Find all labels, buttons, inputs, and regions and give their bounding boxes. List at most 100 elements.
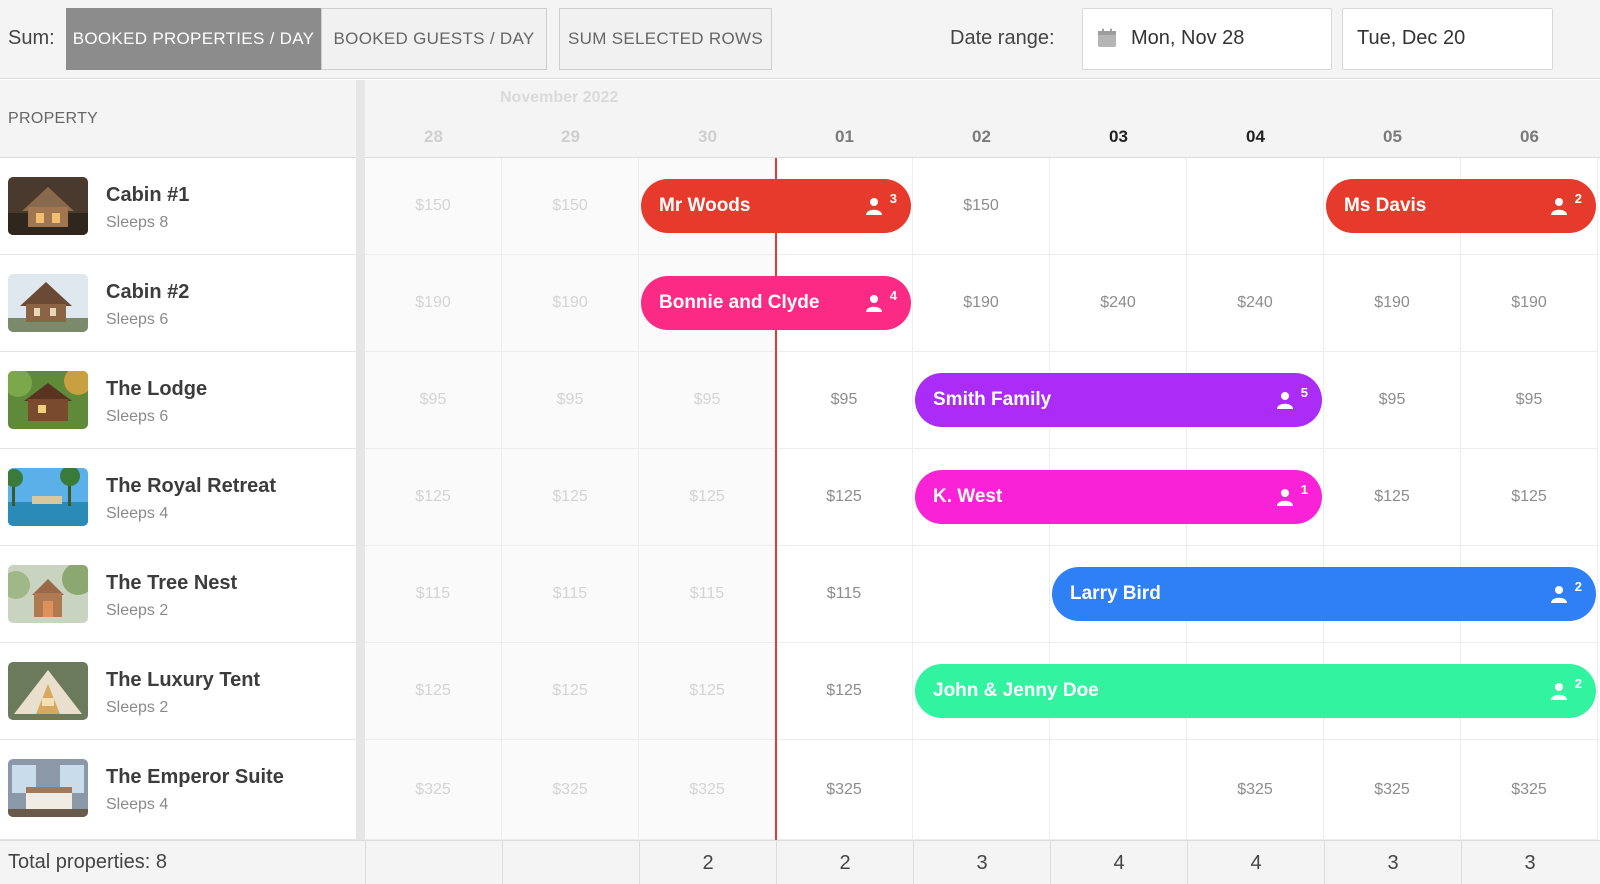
cabin-2-photo [8, 274, 88, 332]
price-cell[interactable]: $325 [502, 740, 639, 840]
price-cell[interactable]: $325 [365, 740, 502, 840]
booking-bar[interactable]: Ms Davis 2 [1326, 179, 1596, 233]
guest-count-badge: 1 [1300, 482, 1308, 497]
column-resize-divider[interactable] [356, 80, 365, 884]
the-luxury-tent-photo [8, 662, 88, 720]
guest-count-badge: 2 [1574, 676, 1582, 691]
price-cell[interactable]: $95 [502, 352, 639, 449]
day-total: 3 [1324, 841, 1461, 884]
end-date-field[interactable]: Tue, Dec 20 [1342, 8, 1553, 70]
price-cell[interactable]: $115 [639, 546, 776, 643]
day-header-03: 03 [1109, 127, 1128, 146]
booking-guest-name: Larry Bird [1070, 583, 1161, 604]
day-total: 2 [776, 841, 913, 884]
booking-guest-name: Bonnie and Clyde [659, 292, 820, 313]
price-cell[interactable]: $95 [1324, 352, 1461, 449]
price-cell[interactable]: $95 [1461, 352, 1598, 449]
property-sleeps: Sleeps 8 [106, 214, 169, 231]
price-cell[interactable]: $190 [502, 255, 639, 352]
property-row-cabin-1[interactable]: Cabin #1 Sleeps 8 [0, 158, 356, 255]
price-cell[interactable]: $190 [913, 255, 1050, 352]
price-cell[interactable]: $190 [1324, 255, 1461, 352]
person-icon [1277, 392, 1293, 409]
property-row-the-royal-retreat[interactable]: The Royal Retreat Sleeps 4 [0, 449, 356, 546]
property-column-header: PROPERTY [0, 80, 356, 158]
price-cell[interactable]: $95 [776, 352, 913, 449]
booking-guest-name: Mr Woods [659, 195, 751, 216]
toolbar: Sum: BOOKED PROPERTIES / DAY BOOKED GUES… [0, 0, 1600, 79]
booking-guest-name: Ms Davis [1344, 195, 1427, 216]
price-cell[interactable]: $150 [913, 158, 1050, 255]
property-name: The Luxury Tent [106, 669, 261, 691]
property-sleeps: Sleeps 6 [106, 408, 169, 425]
price-cell[interactable]: $125 [365, 643, 502, 740]
price-cell[interactable]: $125 [639, 643, 776, 740]
property-row-the-emperor-suite[interactable]: The Emperor Suite Sleeps 4 [0, 740, 356, 840]
sum-label: Sum: [8, 27, 55, 49]
price-cell[interactable]: $125 [365, 449, 502, 546]
price-cell[interactable]: $125 [502, 449, 639, 546]
property-sleeps: Sleeps 4 [106, 796, 169, 813]
timeline-header: November 2022 28 29 30 01 02 03 04 05 06 [365, 80, 1600, 158]
sum-selected-rows-button[interactable]: SUM SELECTED ROWS [559, 8, 772, 70]
person-icon [1277, 489, 1293, 506]
property-row-the-lodge[interactable]: The Lodge Sleeps 6 [0, 352, 356, 449]
day-header-04: 04 [1246, 127, 1265, 146]
price-cell[interactable]: $115 [365, 546, 502, 643]
day-header-01: 01 [835, 127, 854, 146]
price-cell[interactable]: $150 [502, 158, 639, 255]
price-cell[interactable]: $115 [502, 546, 639, 643]
property-name: The Royal Retreat [106, 475, 277, 497]
price-cell[interactable]: $125 [1461, 449, 1598, 546]
totals-footer: Total properties: 8 2234433 [0, 840, 1600, 884]
price-cell[interactable]: $95 [365, 352, 502, 449]
blocked-cell [1050, 158, 1187, 255]
booking-guest-name: Smith Family [933, 389, 1052, 410]
booking-bar[interactable]: Bonnie and Clyde 4 [641, 276, 911, 330]
the-emperor-suite-photo [8, 759, 88, 817]
guest-count-badge: 2 [1574, 191, 1582, 206]
day-header-05: 05 [1383, 127, 1402, 146]
price-cell[interactable]: $125 [502, 643, 639, 740]
booked-guests-button[interactable]: BOOKED GUESTS / DAY [321, 8, 547, 70]
booking-bar[interactable]: Mr Woods 3 [641, 179, 911, 233]
day-header-02: 02 [972, 127, 991, 146]
price-cell[interactable]: $325 [1187, 740, 1324, 840]
price-cell[interactable]: $240 [1050, 255, 1187, 352]
the-royal-retreat-photo [8, 468, 88, 526]
price-cell[interactable]: $190 [1461, 255, 1598, 352]
day-total [365, 841, 502, 884]
price-cell[interactable]: $325 [1461, 740, 1598, 840]
day-total: 4 [1187, 841, 1324, 884]
price-cell[interactable]: $115 [776, 546, 913, 643]
cabin-1-photo [8, 177, 88, 235]
day-total: 4 [1050, 841, 1187, 884]
price-cell[interactable]: $150 [365, 158, 502, 255]
price-cell[interactable]: $325 [1324, 740, 1461, 840]
price-cell[interactable]: $125 [639, 449, 776, 546]
blocked-cell [1187, 158, 1324, 255]
blocked-cell [913, 740, 1050, 840]
booking-bar[interactable]: John & Jenny Doe 2 [915, 664, 1596, 718]
price-cell[interactable]: $325 [639, 740, 776, 840]
the-tree-nest-photo [8, 565, 88, 623]
property-row-the-luxury-tent[interactable]: The Luxury Tent Sleeps 2 [0, 643, 356, 740]
price-cell[interactable]: $95 [639, 352, 776, 449]
person-icon [866, 198, 882, 215]
price-cell[interactable]: $125 [1324, 449, 1461, 546]
price-cell[interactable]: $240 [1187, 255, 1324, 352]
booking-bar[interactable]: Smith Family 5 [915, 373, 1322, 427]
price-cell[interactable]: $190 [365, 255, 502, 352]
property-name: The Tree Nest [106, 572, 238, 594]
property-sleeps: Sleeps 6 [106, 311, 169, 328]
price-cell[interactable]: $325 [776, 740, 913, 840]
property-row-the-tree-nest[interactable]: The Tree Nest Sleeps 2 [0, 546, 356, 643]
day-total: 2 [639, 841, 776, 884]
property-row-cabin-2[interactable]: Cabin #2 Sleeps 6 [0, 255, 356, 352]
price-cell[interactable]: $125 [776, 643, 913, 740]
booking-bar[interactable]: Larry Bird 2 [1052, 567, 1596, 621]
price-cell[interactable]: $125 [776, 449, 913, 546]
booked-properties-button[interactable]: BOOKED PROPERTIES / DAY [66, 8, 321, 70]
booking-bar[interactable]: K. West 1 [915, 470, 1322, 524]
start-date-field[interactable]: Mon, Nov 28 [1082, 8, 1332, 70]
